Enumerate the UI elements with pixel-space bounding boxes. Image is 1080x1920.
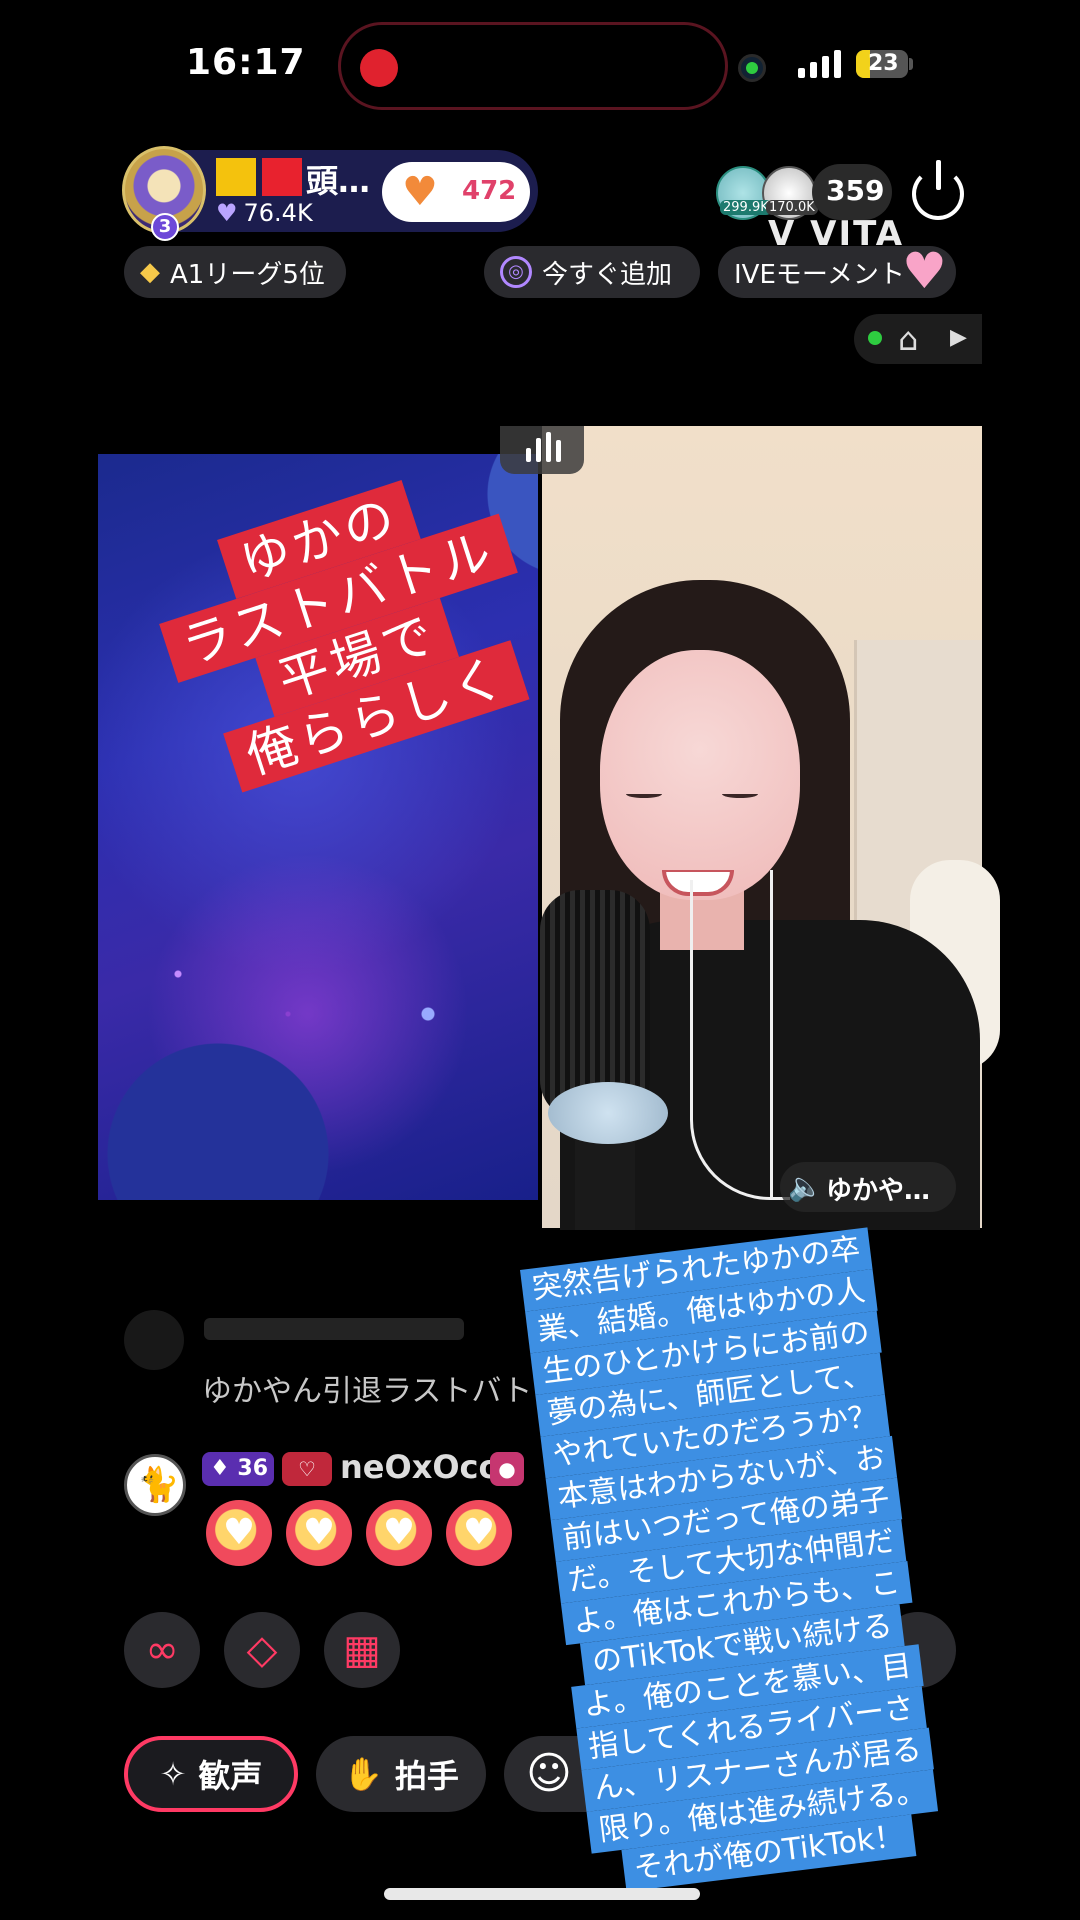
diamond-level-icon: ♦ [210, 1456, 230, 1481]
camera-in-use-icon [738, 54, 766, 82]
chat-message-faded: ゆかやん引退ラストバト [202, 1374, 532, 1409]
collab-icon[interactable]: ◇ [224, 1612, 300, 1688]
heart-face-emote-icon: ♥ [286, 1500, 352, 1566]
medal-badge-icon: ● [490, 1452, 524, 1486]
moment-label: IVEモーメント [734, 259, 905, 290]
host-likes: ♥ 76.4K [216, 199, 313, 227]
league-rank-label: A1リーグ5位 [170, 259, 325, 290]
cheer-button[interactable]: ✧ 歓声 [124, 1736, 298, 1812]
signal-icon [798, 48, 841, 78]
grid-menu-icon[interactable]: ▦ [324, 1612, 400, 1688]
target-icon: ◎ [500, 256, 532, 288]
host-likes-value: 76.4K [243, 199, 313, 227]
pink-heart-icon: ♥ [902, 242, 947, 300]
heart-face-emote-icon: ♥ [446, 1500, 512, 1566]
top-viewer-score-1: 299.9K [720, 200, 772, 215]
top-viewer-score-2: 170.0K [766, 200, 818, 215]
recording-indicator-icon [360, 49, 398, 87]
smiley-icon: ☺ [526, 1748, 572, 1799]
host-name: 頭… [306, 162, 371, 200]
chat-avatar[interactable] [124, 1454, 186, 1516]
party-popper-icon: ✧ [159, 1755, 187, 1793]
power-icon-line [936, 160, 941, 190]
speaker-name: ゆかや… [826, 1176, 931, 1206]
diamond-icon: ◆ [140, 257, 160, 287]
heart-face-emote-icon: ♥ [366, 1500, 432, 1566]
play-arrow-icon[interactable]: ▶ [950, 325, 967, 350]
cheer-label: 歓声 [198, 1757, 263, 1795]
chat-level-value: 36 [237, 1456, 269, 1481]
home-indicator[interactable] [384, 1888, 700, 1900]
battery-icon: 23 [856, 50, 908, 78]
chat-username-faded [204, 1318, 464, 1340]
add-now-label: 今すぐ追加 [542, 259, 673, 290]
host-level-badge: 3 [151, 213, 179, 241]
status-time: 16:17 [186, 42, 306, 83]
league-rank-chip[interactable]: ◆ A1リーグ5位 [124, 246, 346, 298]
streamer-eye-right [722, 790, 758, 798]
microphone-windscreen [548, 1082, 668, 1144]
yellow-square-emoji [216, 158, 256, 196]
heart-face-emote-icon: ♥ [206, 1500, 272, 1566]
gift-count: 472 [462, 176, 517, 206]
speaker-icon: 🔈 [788, 1170, 823, 1203]
red-square-emoji [262, 158, 302, 196]
earphone-cable-2 [770, 870, 800, 1200]
battery-tip [909, 58, 913, 70]
chat-username[interactable]: neOxOco [340, 1448, 500, 1486]
link-icon[interactable]: ∞ [124, 1612, 200, 1688]
clap-hands-icon: ✋ [343, 1755, 383, 1793]
add-now-chip[interactable]: ◎ 今すぐ追加 [484, 246, 700, 298]
microphone-stand [575, 1140, 635, 1230]
battery-level: 23 [868, 51, 899, 76]
chat-level-badge: ♦ 36 [202, 1452, 274, 1486]
live-dot-icon [868, 331, 882, 345]
audio-bars-icon[interactable] [500, 426, 584, 474]
heart-icon: ♥ [216, 199, 238, 227]
orange-heart-icon: ♥ [402, 169, 438, 215]
streamer-eye-left [626, 790, 662, 798]
message-overlay: 突然告げられたゆかの卒 業、結婚。俺はゆかの人 生のひとかけらにお前の 夢の為に… [520, 1216, 1033, 1895]
viewer-count: 359 [826, 174, 885, 207]
home-icon[interactable]: ⌂ [898, 320, 918, 358]
clap-label: 拍手 [394, 1757, 459, 1795]
chat-avatar-faded [124, 1310, 184, 1370]
clap-button[interactable]: ✋ 拍手 [316, 1736, 486, 1812]
streamer-face [600, 650, 800, 900]
subscriber-badge-icon: ♡ [282, 1452, 332, 1486]
